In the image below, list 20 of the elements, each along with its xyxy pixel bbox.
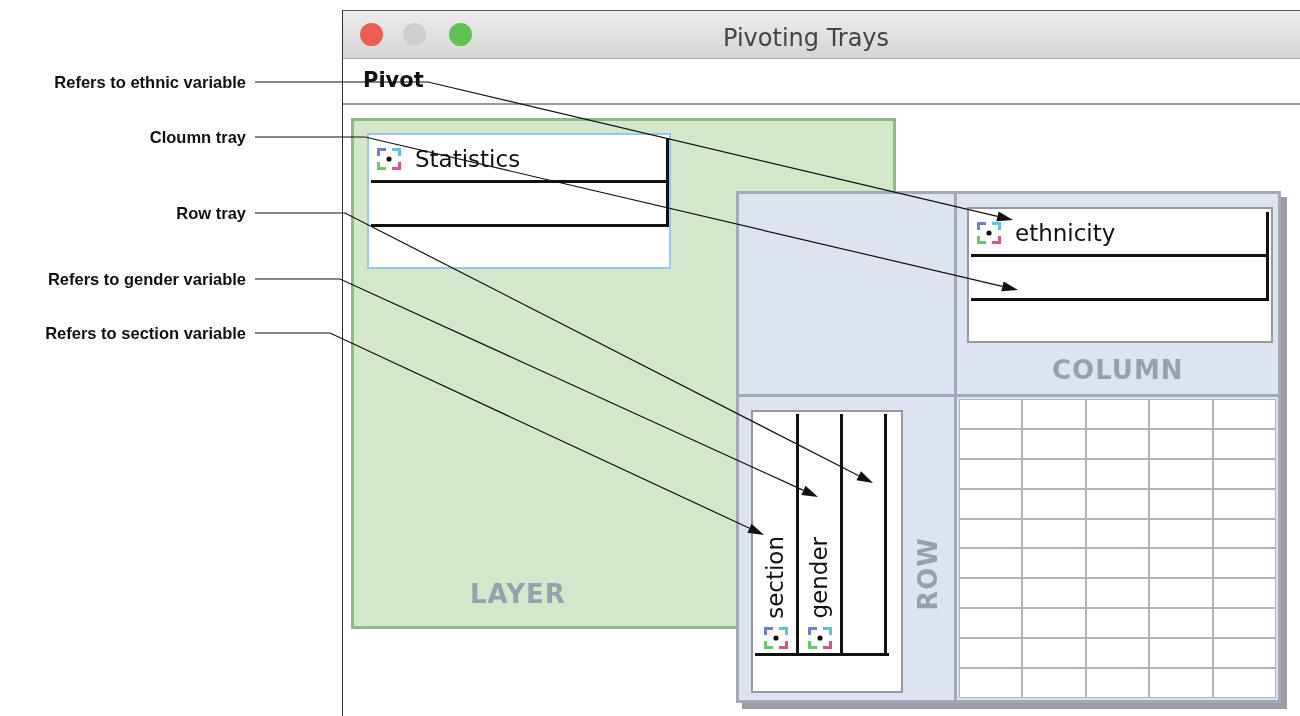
callout-label: Row tray [176, 203, 246, 223]
window-title: Pivoting Trays [723, 23, 890, 54]
callout-label: Refers to gender variable [47, 269, 246, 289]
tray-label: LAYER [470, 578, 566, 611]
close-button[interactable] [360, 23, 383, 46]
pivot-icon [761, 625, 790, 651]
callout-label: Cloumn tray [149, 127, 246, 147]
menu-item[interactable]: Pivot [363, 65, 424, 97]
zoom-button[interactable] [449, 23, 472, 46]
minimize-button[interactable] [403, 23, 426, 46]
tray-label: COLUMN [1052, 354, 1184, 387]
variable-name[interactable]: section [764, 536, 787, 619]
pivot-icon [975, 220, 1003, 246]
callout-label: Refers to ethnic variable [54, 72, 246, 92]
pivot-icon [805, 625, 834, 651]
variable-name[interactable]: ethnicity [1015, 215, 1116, 251]
variable-name[interactable]: gender [808, 537, 831, 619]
callout-label: Refers to section variable [45, 323, 246, 343]
tray-label: ROW [912, 537, 944, 611]
pivot-icon [375, 146, 403, 172]
